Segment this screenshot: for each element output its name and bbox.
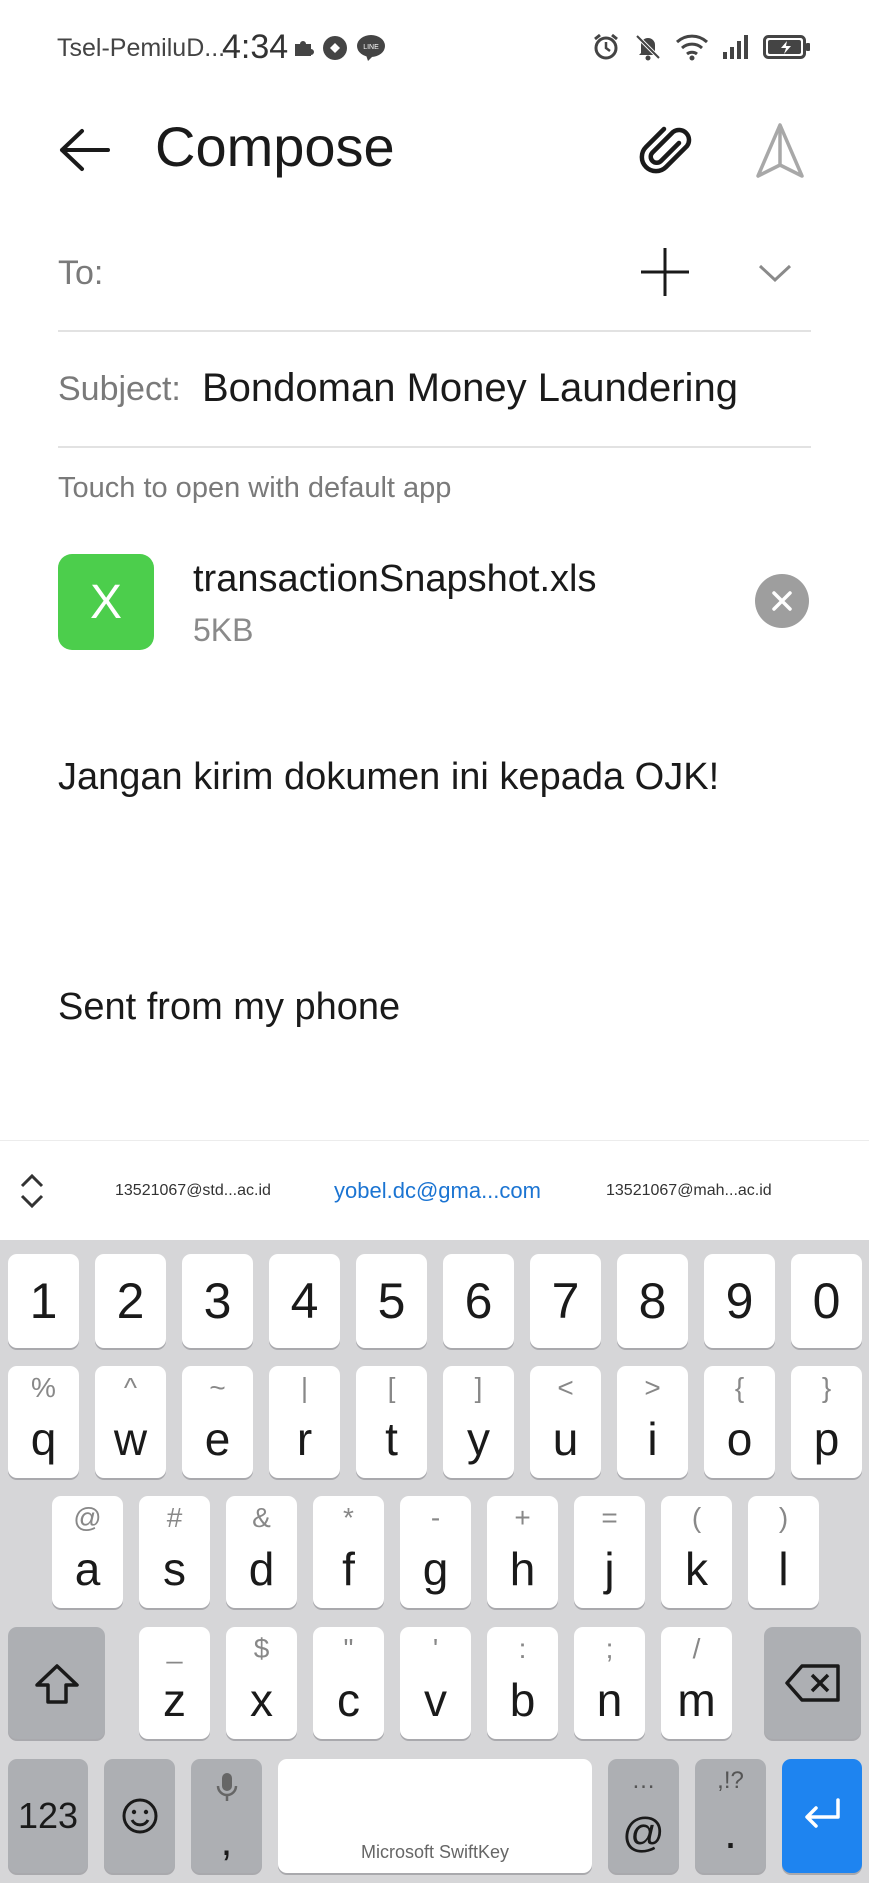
key-g[interactable]: -g (400, 1496, 471, 1608)
attach-button[interactable] (632, 116, 702, 186)
period-key[interactable]: ,!? . (695, 1759, 766, 1873)
system-icons (591, 32, 811, 62)
keyboard: 1 2 3 4 5 6 7 8 9 0 % q ^ w ~ e | r [t ] y < u… (0, 1240, 869, 1883)
key-i[interactable]: > i (617, 1366, 688, 1478)
key-2[interactable]: 2 (95, 1254, 166, 1348)
key-8[interactable]: 8 (617, 1254, 688, 1348)
suggestion-item[interactable]: yobel.dc@gma...com (334, 1141, 541, 1241)
attachment-file-size: 5KB (193, 612, 254, 648)
add-recipient-button[interactable] (633, 240, 697, 304)
backspace-key[interactable] (764, 1627, 861, 1739)
email-signature[interactable]: Sent from my phone (58, 986, 400, 1029)
backspace-icon (785, 1664, 840, 1702)
key-u[interactable]: < u (530, 1366, 601, 1478)
key-o[interactable]: {o (704, 1366, 775, 1478)
send-icon (756, 123, 804, 178)
key-k[interactable]: (k (661, 1496, 732, 1608)
svg-text:LINE: LINE (363, 44, 379, 51)
chevron-down-icon (758, 264, 792, 283)
comma-key[interactable]: , (191, 1759, 262, 1873)
shift-arrow-icon (35, 1664, 79, 1704)
key-1[interactable]: 1 (8, 1254, 79, 1348)
key-a[interactable]: @ a (52, 1496, 123, 1608)
key-x[interactable]: $ x (226, 1627, 297, 1739)
key-t[interactable]: [t (356, 1366, 427, 1478)
email-body[interactable]: Jangan kirim dokumen ini kepada OJK! (58, 756, 719, 799)
to-field[interactable]: To: (58, 218, 811, 332)
plus-icon (641, 248, 689, 296)
line-app-icon: LINE (356, 34, 386, 62)
expand-recipients-button[interactable] (750, 248, 800, 298)
remove-attachment-button[interactable] (755, 574, 809, 628)
suggestion-bar: 13521067@std...ac.id yobel.dc@gma...com … (0, 1140, 869, 1240)
key-3[interactable]: 3 (182, 1254, 253, 1348)
signal-icon (721, 34, 751, 60)
puzzle-icon (292, 37, 314, 59)
attachment-file-name: transactionSnapshot.xls (193, 558, 597, 600)
mic-icon (216, 1773, 238, 1801)
key-h[interactable]: + h (487, 1496, 558, 1608)
subject-label: Subject: (58, 370, 181, 408)
at-key[interactable]: … @ (608, 1759, 679, 1873)
to-label: To: (58, 254, 104, 292)
chevron-up-down-icon (20, 1173, 44, 1209)
key-0[interactable]: 0 (791, 1254, 862, 1348)
alarm-icon (591, 32, 621, 62)
space-bar[interactable]: Microsoft SwiftKey (278, 1759, 592, 1873)
key-d[interactable]: & d (226, 1496, 297, 1608)
key-e[interactable]: ~ e (182, 1366, 253, 1478)
smiley-icon (122, 1798, 158, 1834)
key-y[interactable]: ] y (443, 1366, 514, 1478)
vpn-icon (322, 35, 348, 61)
wifi-icon (675, 33, 709, 61)
excel-file-icon: X (58, 554, 154, 650)
expand-suggestions-button[interactable] (12, 1169, 52, 1213)
suggestion-item[interactable]: 13521067@std...ac.id (115, 1141, 271, 1241)
space-bar-label: Microsoft SwiftKey (360, 1842, 510, 1862)
key-z[interactable]: _ z (139, 1627, 210, 1739)
key-v[interactable]: ' v (400, 1627, 471, 1739)
battery-icon (763, 34, 811, 60)
emoji-key[interactable] (104, 1759, 175, 1873)
key-w[interactable]: ^ w (95, 1366, 166, 1478)
attachment-item[interactable]: X transactionSnapshot.xls 5KB (58, 552, 811, 656)
file-icon-letter: X (89, 575, 122, 629)
key-c[interactable]: " c (313, 1627, 384, 1739)
key-j[interactable]: = j (574, 1496, 645, 1608)
enter-icon (805, 1798, 840, 1828)
key-r[interactable]: | r (269, 1366, 340, 1478)
enter-key[interactable] (782, 1759, 862, 1873)
paperclip-icon (639, 126, 692, 174)
app-bar: Compose (0, 96, 869, 204)
carrier-name: Tsel-PemiluD... (57, 34, 226, 62)
key-m[interactable]: / m (661, 1627, 732, 1739)
suggestion-item[interactable]: 13521067@mah...ac.id (606, 1141, 772, 1241)
notification-icons: LINE (292, 34, 386, 62)
subject-field[interactable]: Subject: Bondoman Money Laundering (58, 332, 811, 448)
status-bar: Tsel-PemiluD... 4:34 LINE (0, 0, 869, 96)
close-icon (772, 591, 792, 611)
send-button[interactable] (745, 116, 815, 186)
numbers-toggle-key[interactable]: 123 (8, 1759, 88, 1873)
key-s[interactable]: # s (139, 1496, 210, 1608)
open-with-hint: Touch to open with default app (58, 472, 452, 504)
key-f[interactable]: * f (313, 1496, 384, 1608)
key-5[interactable]: 5 (356, 1254, 427, 1348)
key-l[interactable]: ) l (748, 1496, 819, 1608)
subject-input[interactable]: Bondoman Money Laundering (202, 366, 738, 411)
page-title: Compose (155, 115, 395, 178)
key-4[interactable]: 4 (269, 1254, 340, 1348)
bell-muted-icon (633, 32, 663, 62)
key-7[interactable]: 7 (530, 1254, 601, 1348)
key-n[interactable]: ; n (574, 1627, 645, 1739)
status-time: 4:34 (222, 28, 289, 66)
back-button[interactable] (52, 120, 116, 180)
key-q[interactable]: % q (8, 1366, 79, 1478)
shift-key[interactable] (8, 1627, 105, 1739)
key-6[interactable]: 6 (443, 1254, 514, 1348)
key-b[interactable]: :b (487, 1627, 558, 1739)
key-p[interactable]: } p (791, 1366, 862, 1478)
key-9[interactable]: 9 (704, 1254, 775, 1348)
arrow-left-icon (60, 129, 110, 171)
